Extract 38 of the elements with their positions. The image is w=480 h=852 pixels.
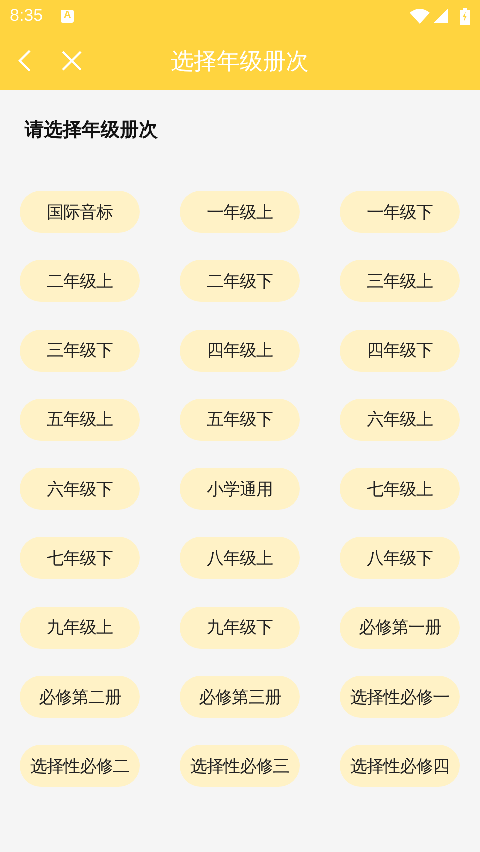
grade-button[interactable]: 五年级上 [20, 398, 140, 441]
grade-button[interactable]: 一年级下 [340, 191, 460, 233]
grade-button[interactable]: 必修第二册 [20, 676, 140, 718]
grade-button[interactable]: 八年级下 [340, 537, 460, 580]
grade-button[interactable]: 六年级下 [20, 468, 140, 510]
status-time: 8:35 [10, 6, 44, 26]
grade-button[interactable]: 选择性必修二 [20, 745, 140, 788]
notification-icon: A [61, 10, 74, 22]
back-button[interactable] [18, 50, 32, 72]
battery-icon [460, 8, 470, 24]
grade-button[interactable]: 三年级上 [340, 260, 460, 302]
grade-button[interactable]: 六年级上 [340, 398, 460, 441]
grade-button[interactable]: 二年级下 [180, 260, 300, 302]
grade-button[interactable]: 八年级上 [180, 537, 300, 580]
grade-button[interactable]: 七年级下 [20, 537, 140, 580]
grade-button[interactable]: 选择性必修三 [180, 745, 300, 788]
grade-button[interactable]: 小学通用 [180, 468, 300, 510]
grade-button[interactable]: 必修第一册 [340, 606, 460, 649]
grade-button[interactable]: 四年级下 [340, 330, 460, 372]
grade-button[interactable]: 必修第三册 [180, 676, 300, 718]
grade-button[interactable]: 七年级上 [340, 468, 460, 510]
close-icon [62, 51, 82, 71]
close-button[interactable] [62, 51, 82, 71]
back-icon [18, 50, 32, 72]
window-title: 选择年级册次 [171, 48, 309, 74]
grade-button[interactable]: 三年级下 [20, 330, 140, 372]
signal-icon [434, 9, 448, 23]
grade-button[interactable]: 二年级上 [20, 260, 140, 302]
grade-button[interactable]: 九年级下 [180, 606, 300, 649]
grade-button[interactable]: 国际音标 [20, 191, 140, 233]
section-heading: 请选择年级册次 [25, 118, 159, 142]
grade-button[interactable]: 九年级上 [20, 606, 140, 649]
grade-button[interactable]: 选择性必修一 [340, 676, 460, 718]
grade-button[interactable]: 五年级下 [180, 398, 300, 441]
wifi-icon [410, 8, 430, 24]
grade-button[interactable]: 选择性必修四 [340, 745, 460, 788]
grade-button[interactable]: 四年级上 [180, 330, 300, 372]
grade-button[interactable]: 一年级上 [180, 191, 300, 233]
